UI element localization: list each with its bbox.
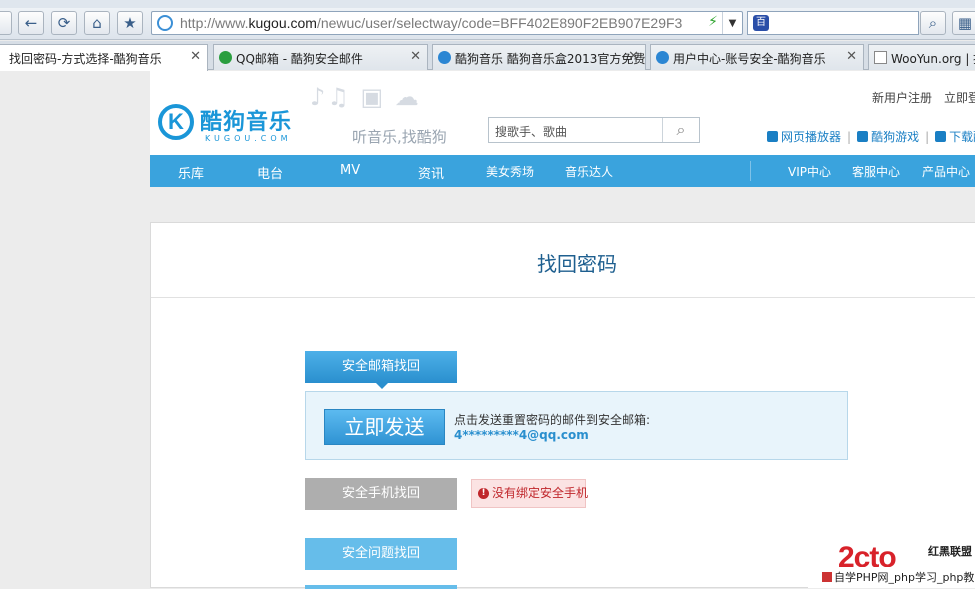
page-title: 找回密码 (537, 252, 617, 276)
recovery-panel: 找回密码 安全邮箱找回 立即发送 点击发送重置密码的邮件到安全邮箱: 4****… (150, 222, 975, 589)
back-arrow-icon: ← (24, 14, 38, 32)
nav-item-radio[interactable]: 电台 (257, 163, 283, 182)
tab-user-center[interactable]: 用户中心-账号安全-酷狗音乐 ✕ (650, 44, 864, 70)
nav-item-music-stars[interactable]: 音乐达人 (565, 163, 613, 180)
speed-mode-icon[interactable]: ⚡ (708, 14, 718, 30)
search-icon: ⌕ (676, 120, 686, 139)
app-menu-button[interactable] (0, 11, 12, 35)
page-favicon-icon (874, 51, 887, 64)
url-text: http://www.kugou.com/newuc/user/selectwa… (180, 15, 683, 31)
page-content: K 酷狗音乐 KUGOU.COM ♪♫ ▣ ☁ 听音乐,找酷狗 搜歌手、歌曲 ⌕… (0, 71, 975, 589)
phone-recovery-button[interactable]: 安全手机找回 (305, 478, 457, 510)
watermark-caption: 自学PHP网_php学习_php教 (808, 567, 975, 588)
games-link[interactable]: 酷狗游戏 (871, 130, 919, 144)
nav-item-news[interactable]: 资讯 (418, 163, 444, 182)
browser-toolbar: ← ⟳ ⌂ ★ http://www.kugou.com/newuc/user/… (0, 8, 975, 40)
search-button[interactable]: ⌕ (662, 118, 699, 142)
site-search[interactable]: 搜歌手、歌曲 ⌕ (488, 117, 700, 143)
kugou-logo-icon[interactable]: K (158, 104, 194, 140)
close-tab-icon[interactable]: ✕ (628, 49, 639, 64)
qq-mail-favicon-icon (219, 51, 232, 64)
email-recovery-tab[interactable]: 安全邮箱找回 (305, 351, 457, 389)
download-icon (935, 131, 947, 142)
home-button[interactable]: ⌂ (84, 11, 110, 35)
tab-kugou-download[interactable]: 酷狗音乐 酷狗音乐盒2013官方免费 ✕ (432, 44, 646, 70)
site-header: K 酷狗音乐 KUGOU.COM ♪♫ ▣ ☁ 听音乐,找酷狗 搜歌手、歌曲 ⌕… (150, 71, 975, 155)
window-title-strip (0, 0, 975, 8)
tab-bar: 找回密码-方式选择-酷狗音乐 ✕ QQ邮箱 - 酷狗安全邮件 ✕ 酷狗音乐 酷狗… (0, 41, 975, 71)
email-recovery-box: 立即发送 点击发送重置密码的邮件到安全邮箱: 4*********4@qq.co… (305, 391, 848, 460)
download-link[interactable]: 下载酷 (949, 130, 975, 144)
question-recovery-button[interactable]: 安全问题找回 (305, 538, 457, 570)
phone-warning-text: 没有绑定安全手机 (492, 486, 589, 500)
nav-item-mv[interactable]: MV (340, 163, 360, 178)
close-tab-icon[interactable]: ✕ (410, 49, 421, 64)
send-instruction: 点击发送重置密码的邮件到安全邮箱: (454, 413, 651, 427)
nav-item-support[interactable]: 客服中心 (852, 163, 900, 180)
phone-warning: ! 没有绑定安全手机 (471, 479, 589, 508)
tab-label: 用户中心-账号安全-酷狗音乐 (673, 52, 826, 66)
kugou-favicon-icon (656, 51, 669, 64)
tab-label: WooYun.org | 提 (891, 52, 975, 66)
site-slogan: 听音乐,找酷狗 (352, 128, 447, 146)
web-player-icon (767, 131, 778, 142)
tab-qq-mail[interactable]: QQ邮箱 - 酷狗安全邮件 ✕ (213, 44, 428, 70)
back-button[interactable]: ← (18, 11, 44, 35)
site-watermark: 2cto 红黑联盟 自学PHP网_php学习_php教 (808, 541, 975, 588)
main-nav: 乐库 电台 MV 资讯 美女秀场 音乐达人 VIP中心 客服中心 产品中心 (150, 155, 975, 187)
search-go-button[interactable]: ⌕ (920, 11, 946, 35)
panel-header: 找回密码 (151, 223, 975, 298)
watermark-tag: 红黑联盟 (928, 545, 972, 558)
nav-item-live-show[interactable]: 美女秀场 (486, 163, 534, 180)
kugou-favicon-icon (438, 51, 451, 64)
apps-button[interactable]: ▦ (952, 11, 975, 35)
tab-label: QQ邮箱 - 酷狗安全邮件 (236, 52, 363, 66)
address-bar[interactable]: http://www.kugou.com/newuc/user/selectwa… (151, 11, 743, 35)
tab-wooyun[interactable]: WooYun.org | 提 (868, 44, 975, 70)
music-notes-decoration-icon: ♪♫ ▣ ☁ (310, 83, 421, 111)
close-tab-icon[interactable]: ✕ (846, 49, 857, 64)
nav-divider (750, 161, 751, 181)
tab-label: 酷狗音乐 酷狗音乐盒2013官方免费 (455, 52, 646, 66)
nav-item-vip[interactable]: VIP中心 (788, 163, 831, 180)
search-icon: ⌕ (928, 14, 938, 32)
apps-grid-icon: ▦ (957, 14, 973, 32)
search-input[interactable]: 搜歌手、歌曲 (495, 123, 567, 140)
alert-icon: ! (478, 488, 489, 499)
masked-email: 4*********4@qq.com (454, 428, 589, 442)
register-link[interactable]: 新用户注册 (872, 91, 932, 105)
favorite-button[interactable]: ★ (117, 11, 143, 35)
search-engine-icon[interactable]: 百 (753, 15, 769, 31)
login-link[interactable]: 立即登 (944, 91, 975, 105)
gamepad-icon (857, 131, 869, 142)
site-logo-domain: KUGOU.COM (205, 134, 292, 143)
close-tab-icon[interactable]: ✕ (190, 49, 201, 64)
address-dropdown-button[interactable]: ▼ (722, 12, 742, 34)
star-icon: ★ (123, 14, 137, 32)
tab-find-password[interactable]: 找回密码-方式选择-酷狗音乐 ✕ (0, 44, 208, 71)
account-links: 新用户注册 立即登 (872, 89, 975, 106)
refresh-icon: ⟳ (57, 14, 71, 32)
nav-item-products[interactable]: 产品中心 (922, 163, 970, 180)
next-recovery-button[interactable] (305, 585, 457, 589)
site-security-icon (157, 15, 173, 31)
home-icon: ⌂ (92, 14, 102, 32)
nav-item-library[interactable]: 乐库 (178, 163, 204, 182)
refresh-button[interactable]: ⟳ (51, 11, 77, 35)
browser-search-input[interactable]: 百 (747, 11, 919, 35)
web-player-link[interactable]: 网页播放器 (781, 130, 841, 144)
product-links: 网页播放器|酷狗游戏|下载酷 (767, 128, 975, 145)
site-logo-name[interactable]: 酷狗音乐 (200, 104, 292, 136)
tab-label: 找回密码-方式选择-酷狗音乐 (9, 52, 162, 66)
send-now-button[interactable]: 立即发送 (324, 409, 445, 445)
